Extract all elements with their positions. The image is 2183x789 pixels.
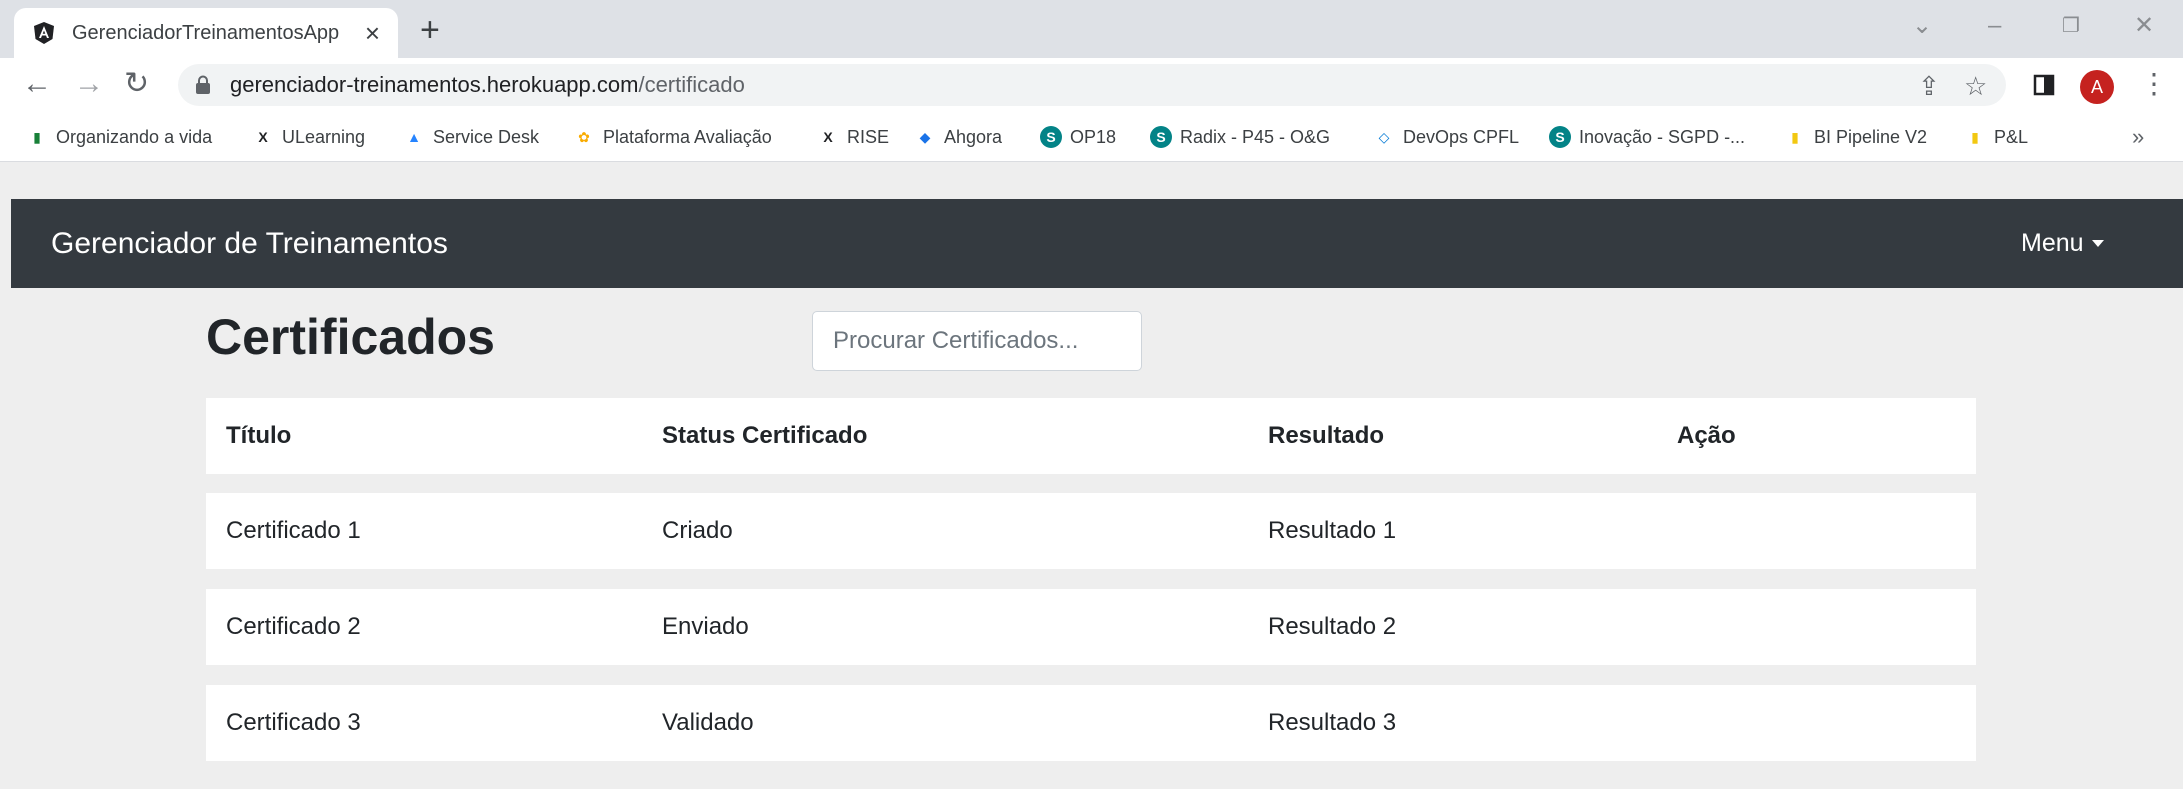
bookmark-label: Ahgora [944, 126, 1003, 147]
bookmark-label: OP18 [1070, 126, 1117, 147]
powerbi-icon: ▮ [1971, 128, 1979, 145]
tab-title: GerenciadorTreinamentosApp [72, 21, 340, 44]
sharepoint-icon: S [1150, 126, 1172, 148]
page-content: Gerenciador de Treinamentos Menu Certifi… [0, 162, 2183, 789]
menu-dropdown[interactable]: Menu [2021, 229, 2104, 258]
url-host: gerenciador-treinamentos.herokuapp.com [230, 72, 639, 97]
app-navbar: Gerenciador de Treinamentos Menu [11, 199, 2183, 288]
avaliacao-icon: ✿ [578, 128, 590, 145]
lock-icon [194, 74, 216, 96]
cell-status: Validado [662, 709, 754, 736]
azure-devops-icon: ◇ [1378, 128, 1390, 145]
bookmark-label: DevOps CPFL [1403, 126, 1520, 147]
bookmark-item[interactable]: ▮ P&L [1964, 124, 2028, 150]
flag-icon: ▮ [33, 128, 41, 145]
sharepoint-icon: S [1549, 126, 1571, 148]
table-header-row: Título Status Certificado Resultado Ação [206, 398, 1976, 474]
page-title: Certificados [206, 309, 495, 365]
bookmark-item[interactable]: S Inovação - SGPD -... [1549, 124, 1745, 150]
reload-icon[interactable]: ↻ [124, 66, 149, 102]
header-status: Status Certificado [662, 422, 868, 449]
cell-status: Enviado [662, 613, 749, 640]
browser-tab-strip: GerenciadorTreinamentosApp × + ⌄ – ❐ ✕ [0, 0, 2183, 58]
restore-icon[interactable]: ❐ [2062, 8, 2080, 44]
cell-status: Criado [662, 517, 733, 544]
bookmark-item[interactable]: X ULearning [252, 124, 365, 150]
header-titulo: Título [226, 422, 292, 449]
cell-resultado: Resultado 2 [1268, 613, 1397, 640]
bookmark-item[interactable]: ◆ Ahgora [914, 124, 1002, 150]
tab-search-icon[interactable]: ⌄ [1912, 8, 1932, 44]
table-row: Certificado 2 Enviado Resultado 2 [206, 589, 1976, 665]
bookmark-item[interactable]: ✿ Plataforma Avaliação [573, 124, 772, 150]
share-icon[interactable]: ⇪ [1918, 73, 1940, 99]
bookmark-item[interactable]: ▲ Service Desk [403, 124, 539, 150]
bookmark-label: Inovação - SGPD -... [1579, 126, 1746, 147]
bookmark-label: RISE [847, 126, 890, 147]
ahgora-icon: ◆ [919, 128, 931, 145]
table-row: Certificado 1 Criado Resultado 1 [206, 493, 1976, 569]
x-logo-icon: X [258, 129, 268, 145]
bookmark-label: Plataforma Avaliação [603, 126, 772, 147]
search-input[interactable] [812, 311, 1142, 371]
browser-menu-icon[interactable]: ⋮ [2140, 68, 2168, 100]
browser-tab[interactable]: GerenciadorTreinamentosApp × [14, 8, 398, 58]
bookmark-item[interactable]: ▮ BI Pipeline V2 [1784, 124, 1927, 150]
cell-titulo: Certificado 3 [226, 709, 361, 736]
side-panel-icon[interactable] [2033, 74, 2055, 96]
bookmark-item[interactable]: S OP18 [1040, 124, 1116, 150]
browser-toolbar: ← → ↻ gerenciador-treinamentos.herokuapp… [0, 58, 2183, 112]
forward-icon[interactable]: → [74, 66, 104, 102]
navbar-brand[interactable]: Gerenciador de Treinamentos [51, 227, 448, 261]
bookmark-label: Radix - P45 - O&G [1180, 126, 1331, 147]
bookmark-item[interactable]: S Radix - P45 - O&G [1150, 124, 1330, 150]
bookmark-label: P&L [1994, 126, 2029, 147]
cell-resultado: Resultado 1 [1268, 517, 1397, 544]
bookmark-label: ULearning [282, 126, 366, 147]
bookmark-label: Organizando a vida [56, 126, 213, 147]
header-resultado: Resultado [1268, 422, 1385, 449]
more-bookmarks-icon[interactable]: » [2132, 124, 2144, 150]
cell-titulo: Certificado 1 [226, 517, 361, 544]
table-row: Certificado 3 Validado Resultado 3 [206, 685, 1976, 761]
header-acao: Ação [1677, 422, 1736, 449]
bookmark-item[interactable]: ▮ Organizando a vida [26, 124, 212, 150]
new-tab-icon[interactable]: + [420, 10, 440, 50]
url-path: /certificado [638, 72, 745, 97]
close-window-icon[interactable]: ✕ [2134, 8, 2154, 44]
angular-icon [32, 21, 56, 45]
minimize-icon[interactable]: – [1988, 8, 2001, 44]
address-bar[interactable]: gerenciador-treinamentos.herokuapp.com/c… [178, 64, 2006, 106]
sharepoint-icon: S [1040, 126, 1062, 148]
bookmark-item[interactable]: ◇ DevOps CPFL [1373, 124, 1519, 150]
menu-label: Menu [2021, 229, 2084, 257]
x-logo-icon: X [823, 129, 833, 145]
bookmark-item[interactable]: X RISE [817, 124, 889, 150]
bookmark-star-icon[interactable]: ☆ [1964, 73, 1987, 99]
cell-resultado: Resultado 3 [1268, 709, 1397, 736]
powerbi-icon: ▮ [1791, 128, 1799, 145]
close-tab-icon[interactable]: × [365, 20, 380, 46]
cell-titulo: Certificado 2 [226, 613, 361, 640]
caret-down-icon [2091, 240, 2104, 247]
back-icon[interactable]: ← [22, 66, 52, 102]
profile-avatar[interactable]: A [2080, 70, 2114, 104]
bookmark-label: Service Desk [433, 126, 540, 147]
jira-icon: ▲ [407, 129, 421, 145]
bookmark-label: BI Pipeline V2 [1814, 126, 1928, 147]
bookmarks-bar: ▮ Organizando a vida X ULearning ▲ Service De… [0, 112, 2183, 162]
